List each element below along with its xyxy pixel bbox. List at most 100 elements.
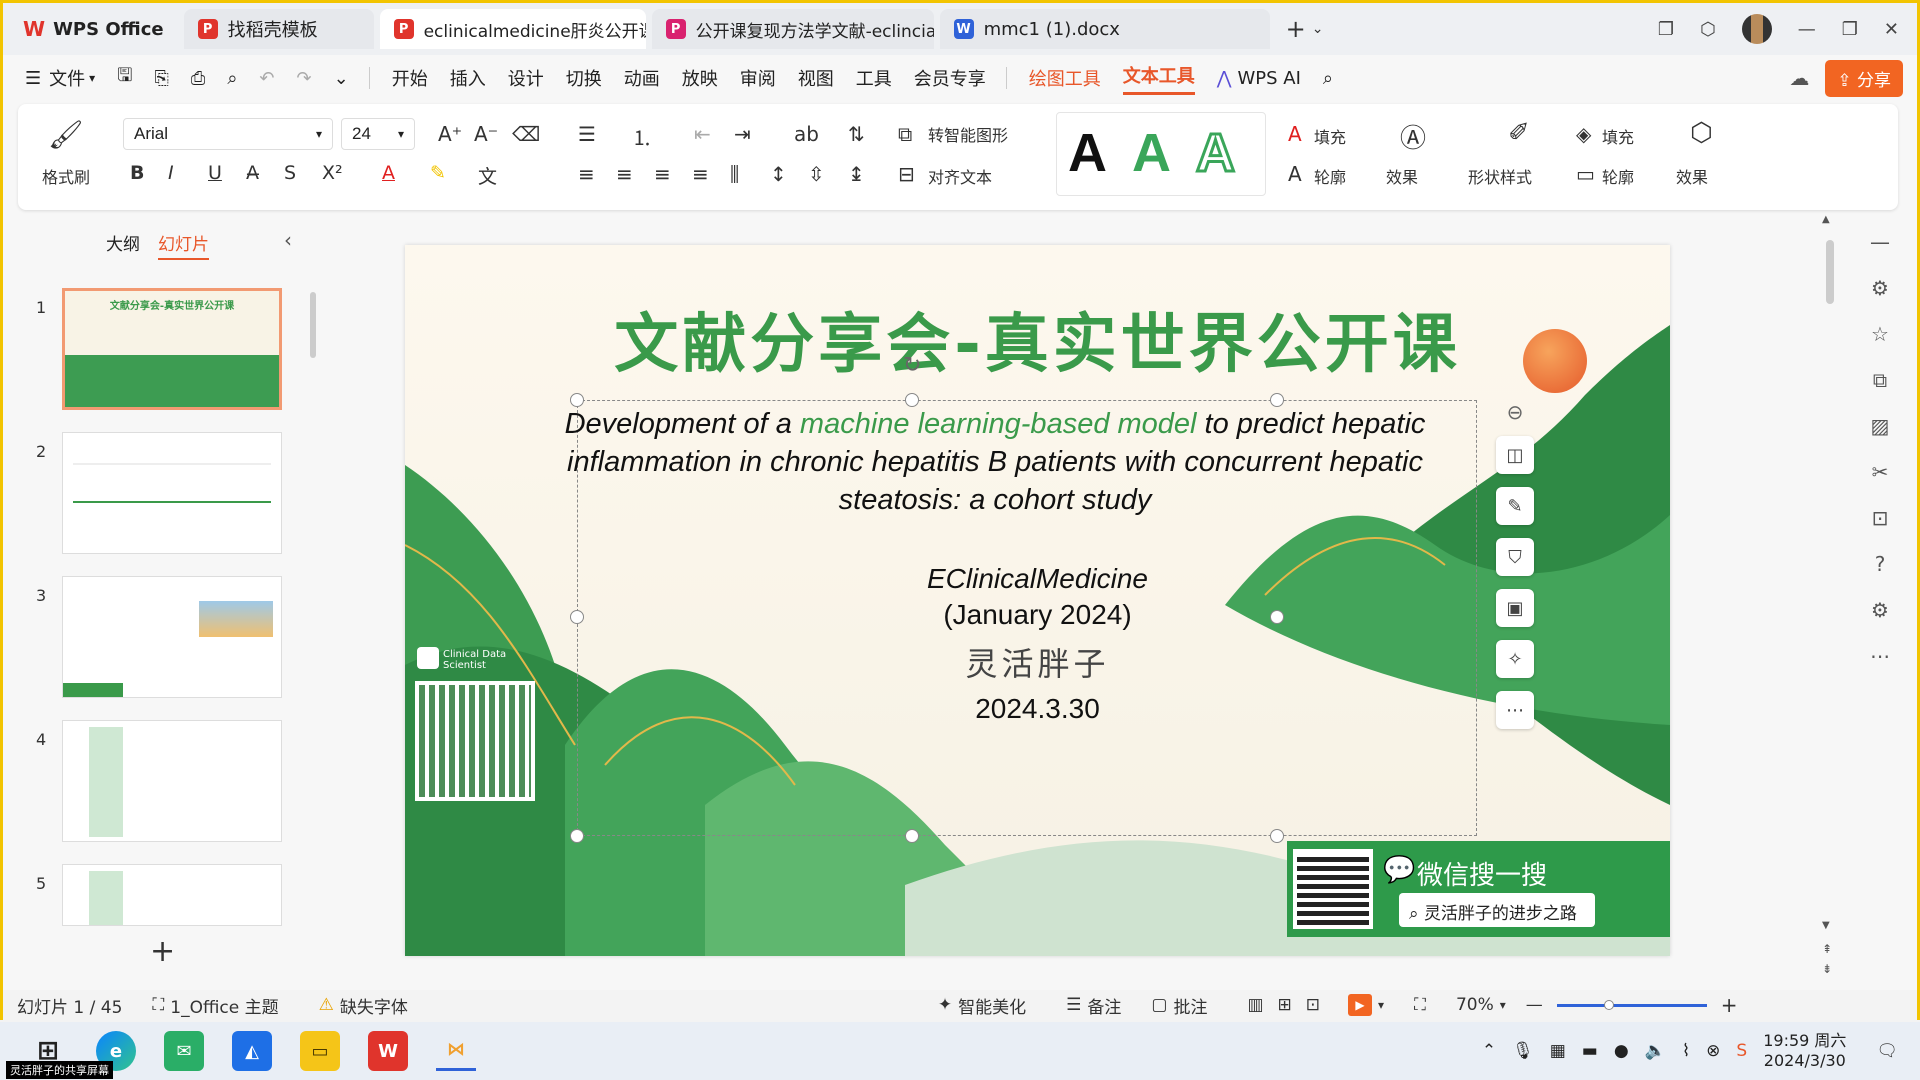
close-window-icon[interactable]: ✕	[1884, 19, 1899, 40]
app-icon[interactable]: ⋈	[436, 1031, 476, 1071]
menu-view[interactable]: 视图	[798, 65, 834, 91]
wps-taskbar-icon[interactable]: W	[368, 1031, 408, 1071]
zoom-level[interactable]: 70%	[1456, 995, 1494, 1015]
menu-member[interactable]: 会员专享	[914, 65, 986, 91]
image-icon[interactable]: ▨	[1871, 414, 1890, 438]
file-explorer-icon[interactable]: ▭	[300, 1031, 340, 1071]
font-name-select[interactable]: Arial ▾	[123, 118, 333, 150]
notes-button[interactable]: 备注	[1087, 993, 1121, 1018]
tools-icon[interactable]: ✂	[1872, 460, 1889, 484]
vertical-spacing-icon[interactable]: ↨	[848, 162, 865, 186]
shape-effect-icon[interactable]: ⬡	[1690, 118, 1713, 148]
tab-outline[interactable]: 大纲	[106, 230, 140, 260]
save-icon[interactable]: 🖫	[117, 63, 132, 93]
tab-wps-home[interactable]: W WPS Office	[9, 9, 178, 49]
justify-icon[interactable]: ≡	[692, 162, 709, 186]
resize-handle[interactable]	[570, 829, 584, 843]
line-spacing-icon[interactable]: ↕	[770, 162, 787, 186]
tab-template[interactable]: P 找稻壳模板	[183, 9, 374, 49]
tab-pptx-active[interactable]: P eclinicalmedicine肝炎公开课.pptx ×	[379, 9, 646, 49]
avatar[interactable]	[1741, 14, 1772, 44]
bold-icon[interactable]: B	[130, 162, 144, 184]
bullet-list-icon[interactable]: ☰	[578, 122, 596, 146]
gear-icon[interactable]: ⚙	[1871, 598, 1889, 622]
reading-view-icon[interactable]: ⊡	[1306, 995, 1320, 1015]
fill-bucket-icon[interactable]: ⛉	[1496, 538, 1534, 576]
slide-thumbnail-1[interactable]: 文献分享会-真实世界公开课	[62, 288, 282, 410]
slide-thumbnail-5[interactable]	[62, 864, 282, 926]
window-restore-icon[interactable]: ❐	[1658, 19, 1674, 40]
share-button[interactable]: ⇪ 分享	[1825, 59, 1903, 97]
collapse-icon[interactable]: ‹	[284, 228, 292, 252]
print-preview-icon[interactable]: ⌕	[227, 68, 237, 89]
journal-date[interactable]: (January 2024)	[405, 599, 1670, 631]
text-direction-icon[interactable]: ab	[794, 122, 819, 146]
resize-handle[interactable]	[905, 829, 919, 843]
shape-outline-icon[interactable]: ▭	[1576, 162, 1595, 186]
text-outline-label[interactable]: 轮廓	[1314, 164, 1346, 188]
volume-icon[interactable]: 🔈	[1645, 1041, 1666, 1061]
text-fill-icon[interactable]: A	[1288, 122, 1302, 146]
missing-font[interactable]: 缺失字体	[340, 993, 408, 1018]
collapse-sidebar-icon[interactable]: —	[1870, 230, 1890, 254]
distribute-icon[interactable]: ⫼	[730, 162, 739, 186]
clear-format-icon[interactable]: ⌫	[512, 122, 540, 146]
increase-font-icon[interactable]: A⁺	[438, 122, 462, 146]
underline-icon[interactable]: U	[208, 162, 222, 184]
normal-view-icon[interactable]: ▥	[1247, 995, 1263, 1015]
play-icon[interactable]: ▶	[1348, 994, 1373, 1016]
align-center-icon[interactable]: ≡	[616, 162, 633, 186]
resize-handle[interactable]	[1270, 829, 1284, 843]
screenshot-app-icon[interactable]: ◭	[232, 1031, 272, 1071]
slide-canvas[interactable]: 文献分享会-真实世界公开课 ↻ Development of a machine…	[405, 245, 1670, 956]
copy-icon[interactable]: ⧉	[1873, 368, 1887, 392]
author-name[interactable]: 灵活胖子	[405, 639, 1670, 685]
input-method-icon[interactable]: S	[1736, 1041, 1747, 1061]
numbered-list-icon[interactable]: ⒈	[632, 122, 652, 151]
menu-animation[interactable]: 动画	[624, 65, 660, 91]
sync-icon[interactable]: ⊗	[1706, 1041, 1720, 1061]
format-painter-label[interactable]: 格式刷	[42, 164, 90, 188]
scroll-up-icon[interactable]: ▲	[1822, 214, 1830, 225]
battery-icon[interactable]: ▬	[1582, 1041, 1598, 1061]
phonetic-icon[interactable]: 文	[478, 162, 497, 189]
prev-slide-icon[interactable]: ⇞	[1822, 942, 1832, 956]
comment-button[interactable]: 批注	[1173, 993, 1207, 1018]
frame-icon[interactable]: ▣	[1496, 589, 1534, 627]
scrollbar[interactable]	[310, 292, 316, 358]
smart-shape-label[interactable]: 转智能图形	[928, 122, 1008, 146]
sort-icon[interactable]: ⇅	[848, 122, 865, 146]
text-effect-icon[interactable]: Ⓐ	[1400, 118, 1426, 155]
align-text-label[interactable]: 对齐文本	[928, 164, 992, 188]
color-app-icon[interactable]: ▦	[1550, 1041, 1566, 1061]
vertical-scrollbar[interactable]	[1826, 240, 1834, 304]
slide-thumbnail-3[interactable]	[62, 576, 282, 698]
smart-shape-icon[interactable]: ⧉	[898, 122, 912, 146]
chevron-up-icon[interactable]: ⌃	[1482, 1041, 1496, 1061]
pen-icon[interactable]: ✎	[1496, 487, 1534, 525]
align-right-icon[interactable]: ≡	[654, 162, 671, 186]
zoom-slider-knob[interactable]	[1604, 999, 1615, 1010]
zoom-slider[interactable]	[1556, 999, 1707, 1010]
shape-fill-icon[interactable]: ◈	[1576, 122, 1591, 146]
format-painter-icon[interactable]: 🖌	[48, 118, 84, 151]
shadow-s-icon[interactable]: S	[284, 162, 296, 184]
clock[interactable]: 19:59 周六 2024/3/30	[1763, 1031, 1846, 1071]
tab-slides[interactable]: 幻灯片	[158, 230, 209, 260]
more-icon[interactable]: ⋯	[1496, 691, 1534, 729]
text-effect-label[interactable]: 效果	[1386, 164, 1418, 188]
notification-icon[interactable]: 🗨	[1876, 1041, 1898, 1061]
security-icon[interactable]: ●	[1614, 1041, 1629, 1061]
highlight-icon[interactable]: ✎	[430, 162, 446, 184]
menu-transition[interactable]: 切换	[566, 65, 602, 91]
add-slide-icon[interactable]: +	[150, 934, 175, 969]
align-left-icon[interactable]: ≡	[578, 162, 595, 186]
chevron-down-icon[interactable]: ⌄	[1312, 21, 1324, 37]
chevron-down-icon[interactable]: ▾	[89, 71, 95, 85]
tab-docx[interactable]: W mmc1 (1).docx	[939, 9, 1270, 49]
wechat-icon[interactable]: ✉	[164, 1031, 204, 1071]
next-slide-icon[interactable]: ⇟	[1822, 962, 1832, 976]
export-icon[interactable]: ⎘	[155, 68, 169, 89]
chevron-down-icon[interactable]: ▾	[1378, 998, 1384, 1012]
more-icon[interactable]: ⋯	[1870, 644, 1890, 668]
